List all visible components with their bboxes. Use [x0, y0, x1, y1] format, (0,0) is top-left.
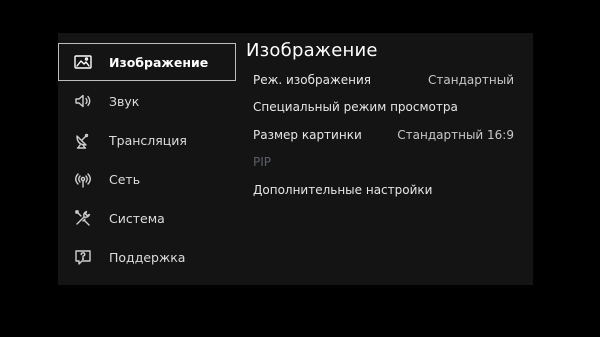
sidebar-item-network[interactable]: Сеть: [58, 160, 236, 198]
menu-item-expert-settings[interactable]: Дополнительные настройки: [246, 176, 530, 204]
page-title: Изображение: [246, 40, 378, 61]
menu-item-value: Стандартный: [428, 72, 514, 87]
sidebar-item-broadcast[interactable]: Трансляция: [58, 121, 236, 159]
menu-item-label: Дополнительные настройки: [253, 182, 433, 197]
sidebar-item-label: Звук: [109, 93, 140, 109]
network-icon: [73, 169, 93, 189]
sidebar-item-picture[interactable]: Изображение: [58, 43, 236, 81]
sidebar-item-label: Система: [109, 210, 165, 226]
picture-settings-content: Изображение Реж. изображения Стандартный…: [246, 38, 530, 204]
satellite-dish-icon: [73, 130, 93, 150]
menu-item-picture-size[interactable]: Размер картинки Стандартный 16:9: [246, 121, 530, 149]
sidebar-item-system[interactable]: Система: [58, 199, 236, 237]
sidebar-item-sound[interactable]: Звук: [58, 82, 236, 120]
menu-item-value: Стандартный 16:9: [397, 127, 514, 142]
menu-item-label: Размер картинки: [253, 127, 362, 142]
sidebar-item-label: Изображение: [109, 54, 209, 70]
sidebar-item-support[interactable]: Поддержка: [58, 238, 236, 276]
settings-sidebar: Изображение Звук Трансляция Сеть Система…: [58, 43, 236, 277]
tools-icon: [73, 208, 93, 228]
menu-item-picture-mode[interactable]: Реж. изображения Стандартный: [246, 66, 530, 94]
support-icon: [73, 247, 93, 267]
sidebar-item-label: Поддержка: [109, 249, 186, 265]
menu-item-special-viewing-mode[interactable]: Специальный режим просмотра: [246, 94, 530, 122]
menu-item-label: Реж. изображения: [253, 72, 372, 87]
sidebar-item-label: Сеть: [109, 171, 141, 187]
speaker-icon: [73, 91, 93, 111]
picture-icon: [73, 52, 93, 72]
menu-item-pip: PIP: [246, 149, 530, 177]
menu-item-label: PIP: [253, 155, 272, 170]
tv-settings-screen: Изображение Звук Трансляция Сеть Система…: [0, 0, 600, 337]
sidebar-item-label: Трансляция: [109, 132, 187, 148]
menu-item-label: Специальный режим просмотра: [253, 100, 458, 115]
